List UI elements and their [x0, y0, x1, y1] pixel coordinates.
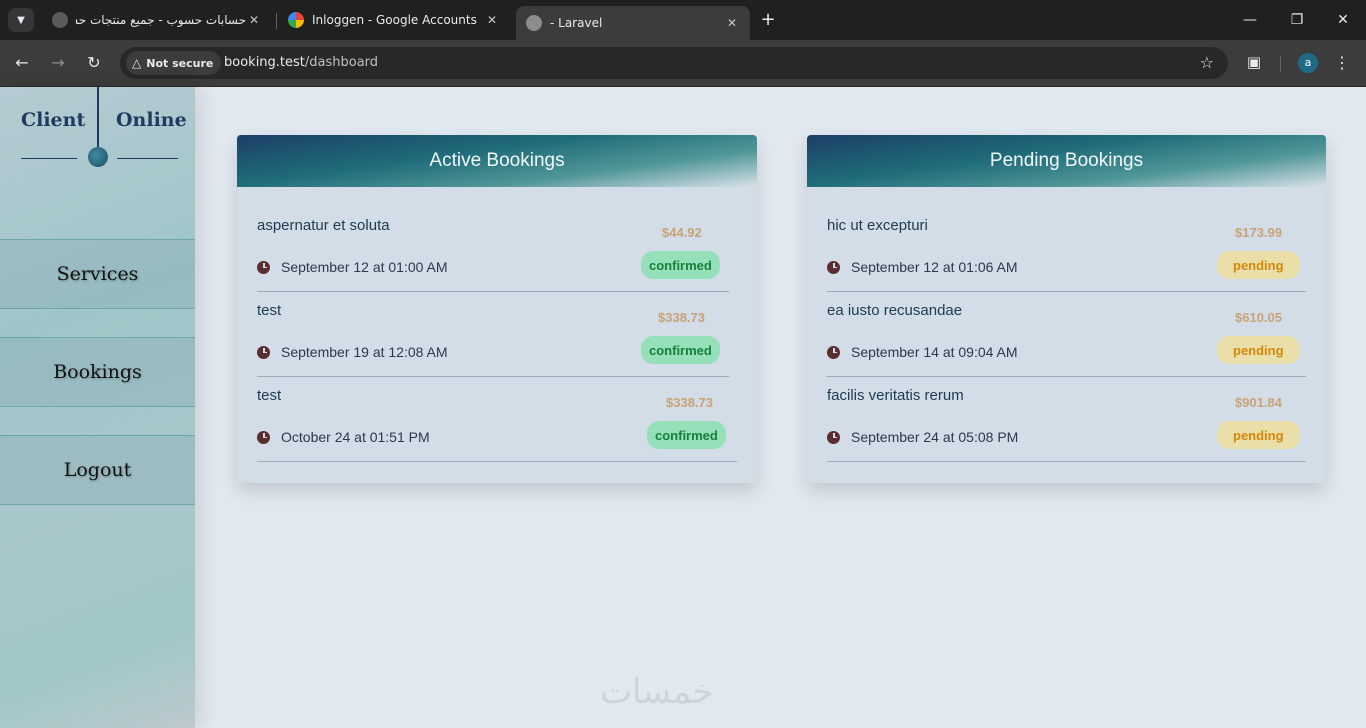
forward-arrow-icon[interactable]: →	[48, 53, 68, 73]
booking-row[interactable]: facilis veritatis rerum September 24 at …	[827, 377, 1306, 462]
clock-icon	[827, 345, 840, 359]
sidebar-item-label: Logout	[63, 459, 132, 481]
booking-datetime-text: September 24 at 05:08 PM	[851, 429, 1019, 445]
minimize-icon[interactable]: —	[1240, 10, 1260, 30]
pending-bookings-card: Pending Bookings hic ut excepturi Septem…	[807, 135, 1326, 483]
status-badge: confirmed	[641, 251, 720, 279]
card-title: Active Bookings	[429, 150, 565, 171]
booking-datetime-text: September 14 at 09:04 AM	[851, 344, 1018, 360]
booking-name: ea iusto recusandae	[827, 302, 963, 319]
close-tab-icon[interactable]: ✕	[246, 13, 262, 27]
card-title: Pending Bookings	[989, 150, 1144, 171]
booking-name: facilis veritatis rerum	[827, 387, 964, 404]
booking-price: $338.73	[666, 395, 713, 410]
booking-datetime: September 12 at 01:00 AM	[257, 259, 448, 275]
booking-datetime: September 12 at 01:06 AM	[827, 259, 1018, 275]
clock-icon	[257, 430, 270, 444]
sidebar-item-label: Services	[56, 263, 139, 285]
google-favicon-icon	[288, 12, 304, 28]
clock-icon	[257, 260, 270, 274]
tab-title: حسابات حسوب - جميع منتجات حسوب	[76, 13, 246, 27]
not-secure-label: Not secure	[146, 56, 214, 70]
tab-google-accounts[interactable]: Inloggen - Google Accounts ✕	[278, 6, 510, 34]
booking-datetime: September 14 at 09:04 AM	[827, 344, 1018, 360]
globe-favicon-icon	[52, 12, 68, 28]
active-bookings-header: Active Bookings	[237, 135, 757, 187]
tab-laravel-active[interactable]: - Laravel ✕	[516, 6, 750, 40]
warning-triangle-icon: △	[132, 56, 142, 70]
booking-row[interactable]: hic ut excepturi September 12 at 01:06 A…	[827, 207, 1306, 292]
tab-hsoub[interactable]: حسابات حسوب - جميع منتجات حسوب ✕	[42, 6, 272, 34]
extensions-puzzle-icon[interactable]: ▣	[1244, 53, 1264, 73]
booking-name: test	[257, 302, 282, 319]
booking-price: $610.05	[1235, 310, 1282, 325]
logo-client-word: Client	[21, 109, 86, 131]
url-host: booking.test	[224, 55, 305, 70]
booking-price: $173.99	[1235, 225, 1282, 240]
status-badge: pending	[1217, 421, 1300, 449]
booking-name: aspernatur et soluta	[257, 217, 390, 234]
pending-bookings-header: Pending Bookings	[807, 135, 1326, 187]
booking-price: $901.84	[1235, 395, 1282, 410]
status-badge: confirmed	[641, 336, 720, 364]
booking-datetime-text: September 12 at 01:06 AM	[851, 259, 1018, 275]
browser-tab-strip: ▼ حسابات حسوب - جميع منتجات حسوب ✕ Inlog…	[0, 0, 1366, 40]
reload-icon[interactable]: ↻	[84, 53, 104, 73]
booking-datetime-text: September 19 at 12:08 AM	[281, 344, 448, 360]
booking-price: $338.73	[658, 310, 705, 325]
status-badge: pending	[1217, 336, 1300, 364]
address-bar[interactable]: △ Not secure booking.test/dashboard ☆	[120, 47, 1228, 79]
booking-datetime: October 24 at 01:51 PM	[257, 429, 430, 445]
status-badge: pending	[1217, 251, 1300, 279]
booking-name: test	[257, 387, 282, 404]
logo-divider-line	[97, 87, 99, 149]
sidebar: Client Online Services Bookings Logout	[0, 87, 195, 728]
logo-underline-left	[21, 158, 77, 159]
logo-dot-icon	[88, 147, 108, 167]
new-tab-plus-icon[interactable]: +	[758, 10, 778, 30]
logo-underline-right	[117, 158, 178, 159]
sidebar-item-bookings[interactable]: Bookings	[0, 337, 195, 407]
booking-datetime-text: September 12 at 01:00 AM	[281, 259, 448, 275]
kebab-menu-icon[interactable]: ⋮	[1334, 53, 1350, 73]
close-tab-icon[interactable]: ✕	[724, 16, 740, 30]
booking-row[interactable]: test September 19 at 12:08 AM $338.73 co…	[257, 292, 729, 377]
booking-datetime: September 19 at 12:08 AM	[257, 344, 448, 360]
tab-title: Inloggen - Google Accounts	[312, 13, 477, 27]
profile-avatar[interactable]: a	[1298, 53, 1318, 73]
tab-separator	[276, 13, 277, 29]
globe-favicon-icon	[526, 15, 542, 31]
clock-icon	[257, 345, 270, 359]
khamsat-watermark: خمسات	[600, 672, 714, 712]
not-secure-chip[interactable]: △ Not secure	[126, 51, 222, 75]
booking-row[interactable]: ea iusto recusandae September 14 at 09:0…	[827, 292, 1306, 377]
restore-icon[interactable]: ❐	[1287, 10, 1307, 30]
booking-price: $44.92	[662, 225, 702, 240]
tab-title: - Laravel	[550, 16, 603, 30]
close-window-icon[interactable]: ✕	[1333, 10, 1353, 30]
back-arrow-icon[interactable]: ←	[12, 53, 32, 73]
url-path: /dashboard	[304, 55, 379, 70]
sidebar-item-label: Bookings	[53, 361, 142, 383]
booking-datetime: September 24 at 05:08 PM	[827, 429, 1018, 445]
browser-toolbar: ← → ↻ △ Not secure booking.test/dashboar…	[0, 40, 1366, 87]
booking-row[interactable]: aspernatur et soluta September 12 at 01:…	[257, 207, 729, 292]
clock-icon	[827, 260, 840, 274]
status-badge: confirmed	[647, 421, 726, 449]
toolbar-separator	[1280, 56, 1281, 72]
sidebar-item-logout[interactable]: Logout	[0, 435, 195, 505]
logo-online-word: Online	[116, 109, 187, 131]
tab-search-chevron-icon[interactable]: ▼	[8, 8, 34, 32]
booking-row[interactable]: test October 24 at 01:51 PM $338.73 conf…	[257, 377, 737, 462]
booking-name: hic ut excepturi	[827, 217, 928, 234]
bookmark-star-icon[interactable]: ☆	[1200, 53, 1214, 72]
close-tab-icon[interactable]: ✕	[484, 13, 500, 27]
sidebar-item-services[interactable]: Services	[0, 239, 195, 309]
clock-icon	[827, 430, 840, 444]
active-bookings-card: Active Bookings aspernatur et soluta Sep…	[237, 135, 757, 483]
url-text[interactable]: booking.test/dashboard	[224, 55, 378, 70]
booking-datetime-text: October 24 at 01:51 PM	[281, 429, 430, 445]
